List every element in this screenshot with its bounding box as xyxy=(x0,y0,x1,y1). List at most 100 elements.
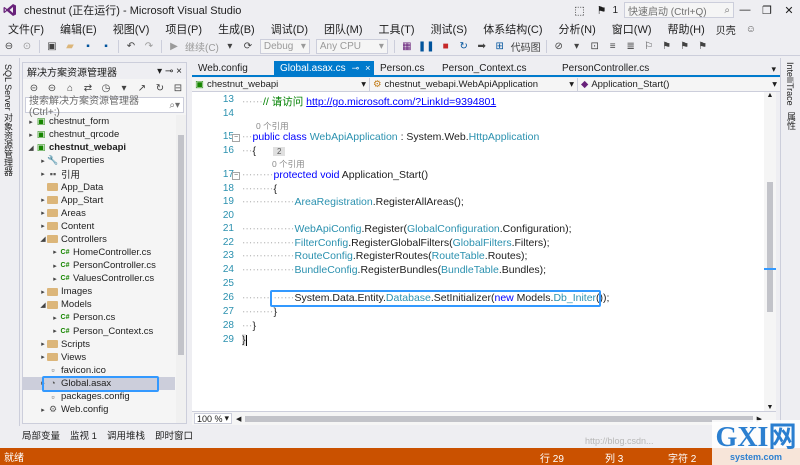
tree-item[interactable]: ▸ Content xyxy=(23,220,175,233)
expand-arrow-icon[interactable]: ▸ xyxy=(39,196,47,204)
save-all-icon[interactable]: ▪ xyxy=(99,40,113,54)
scroll-down-icon[interactable]: ▼ xyxy=(764,404,776,411)
solution-explorer-scrollbar[interactable] xyxy=(176,115,186,423)
tree-item[interactable]: ▸ Images xyxy=(23,285,175,298)
tree-item[interactable]: ▸ C# HomeController.cs xyxy=(23,246,175,259)
pause-icon[interactable]: ❚❚ xyxy=(418,40,435,54)
properties-tab[interactable]: 属性 xyxy=(785,112,798,130)
menu-item[interactable]: 编辑(E) xyxy=(52,21,105,37)
redo-icon[interactable]: ↷ xyxy=(142,40,156,54)
prev-bookmark-icon[interactable]: ⚑ xyxy=(660,40,674,54)
pin-tab-icon[interactable]: ⊸ xyxy=(352,63,360,74)
bottom-tool-tab[interactable]: 局部变量 xyxy=(22,428,60,442)
pin-icon[interactable]: ⊸ xyxy=(165,66,173,77)
menu-item[interactable]: 团队(M) xyxy=(316,21,371,37)
comment-icon[interactable]: ≡ xyxy=(606,40,620,54)
editor-tab[interactable]: Person.cs xyxy=(374,61,436,75)
minimize-button[interactable]: — xyxy=(734,4,756,16)
tree-item[interactable]: ◢ Models xyxy=(23,298,175,311)
tree-item[interactable]: ◢ Controllers xyxy=(23,233,175,246)
collapse-region-icon[interactable]: − xyxy=(232,134,240,142)
tree-item[interactable]: ▸ C# Person.cs xyxy=(23,311,175,324)
breakpoints-icon[interactable]: ⊡ xyxy=(588,40,602,54)
horizontal-scroll-thumb[interactable] xyxy=(245,415,753,422)
configuration-select[interactable]: Debug ▾ xyxy=(259,39,310,54)
bottom-tool-tab[interactable]: 即时窗口 xyxy=(155,428,193,442)
member-select[interactable]: ◆ Application_Start() ▾ xyxy=(578,78,780,91)
continue-button[interactable]: 继续(C) xyxy=(185,40,219,54)
tree-item[interactable]: ▸ ▪▪ 引用 xyxy=(23,167,175,181)
menu-item[interactable]: 窗口(W) xyxy=(604,21,660,37)
code-editor[interactable]: 13 14 15 − 16 17 − 18 19 20 21 22 23 24 … xyxy=(192,92,776,411)
stop-icon[interactable]: ■ xyxy=(439,40,453,54)
expand-arrow-icon[interactable]: ◢ xyxy=(27,144,35,152)
expand-arrow-icon[interactable]: ▸ xyxy=(51,262,59,270)
menu-item[interactable]: 项目(P) xyxy=(157,21,210,37)
expand-arrow-icon[interactable]: ▸ xyxy=(39,288,47,296)
menu-item[interactable]: 视图(V) xyxy=(105,21,158,37)
expand-arrow-icon[interactable]: ▸ xyxy=(39,170,47,178)
expand-arrow-icon[interactable]: ◢ xyxy=(39,235,47,243)
tree-item[interactable]: ▫ favicon.ico xyxy=(23,364,175,377)
tree-item[interactable]: ▸ App_Start xyxy=(23,194,175,207)
menu-item[interactable]: 分析(N) xyxy=(551,21,604,37)
hexadecimal-icon[interactable]: ⊘ xyxy=(552,40,566,54)
tree-item[interactable]: ▸ Views xyxy=(23,351,175,364)
expand-arrow-icon[interactable]: ▸ xyxy=(39,209,47,217)
attach-icon[interactable]: ⟳ xyxy=(241,40,255,54)
menu-item[interactable]: 文件(F) xyxy=(0,21,52,37)
code-map-button[interactable]: 代码图 xyxy=(511,40,541,54)
quick-launch-input[interactable]: 快速启动 (Ctrl+Q) ⌕ xyxy=(624,2,734,18)
expand-arrow-icon[interactable]: ▸ xyxy=(51,275,59,283)
tab-overflow-icon[interactable]: ▾ xyxy=(767,64,780,75)
expand-arrow-icon[interactable]: ▸ xyxy=(39,353,47,361)
editor-vertical-scrollbar[interactable]: ▲ ▼ xyxy=(764,92,776,411)
tree-item[interactable]: App_Data xyxy=(23,180,175,193)
next-bookmark-icon[interactable]: ⚑ xyxy=(678,40,692,54)
expand-arrow-icon[interactable]: ▸ xyxy=(39,222,47,230)
chevron-down-icon[interactable]: ▾ xyxy=(157,66,162,77)
tree-item[interactable]: ▸ Scripts xyxy=(23,338,175,351)
chevron-down-icon[interactable]: ▾ xyxy=(570,40,584,54)
tree-item[interactable]: ▸ ⚙ Web.config xyxy=(23,403,175,416)
editor-tab[interactable]: Person_Context.cs xyxy=(436,61,556,75)
close-tab-icon[interactable]: × xyxy=(365,63,370,73)
solution-icon[interactable]: ▦ xyxy=(400,40,414,54)
continue-icon[interactable]: ▶ xyxy=(167,40,181,54)
navigate-back-icon[interactable]: ⊖ xyxy=(2,40,16,54)
class-select[interactable]: ⚙ chestnut_webapi.WebApiApplication ▾ xyxy=(370,78,578,91)
open-file-icon[interactable]: ▰ xyxy=(63,40,77,54)
expand-arrow-icon[interactable]: ▸ xyxy=(27,131,35,139)
collapse-region-icon[interactable]: − xyxy=(232,172,240,180)
comment-link[interactable]: http://go.microsoft.com/?LinkId=9394801 xyxy=(306,96,496,108)
menu-item[interactable]: 调试(D) xyxy=(263,21,316,37)
save-icon[interactable]: ▪ xyxy=(81,40,95,54)
solution-explorer-search-input[interactable]: 搜索解决方案资源管理器(Ctrl+;) ⌕▾ xyxy=(25,96,184,118)
show-next-statement-icon[interactable]: ➡ xyxy=(475,40,489,54)
bottom-tool-tab[interactable]: 调用堆栈 xyxy=(107,428,145,442)
tree-item[interactable]: ▸ C# Person_Context.cs xyxy=(23,325,175,338)
collapse-all-icon[interactable]: ⊟ xyxy=(171,81,185,95)
expand-arrow-icon[interactable]: ▸ xyxy=(51,314,59,322)
expand-arrow-icon[interactable]: ▸ xyxy=(39,157,47,165)
new-project-icon[interactable]: ▣ xyxy=(45,40,59,54)
expand-arrow-icon[interactable]: ▸ xyxy=(51,327,59,335)
undo-icon[interactable]: ↶ xyxy=(124,40,138,54)
restore-button[interactable]: ❐ xyxy=(756,4,778,17)
code-map-icon[interactable]: ⊞ xyxy=(493,40,507,54)
tree-item[interactable]: ▸ 🔧 Properties xyxy=(23,154,175,167)
menu-item[interactable]: 工具(T) xyxy=(371,21,423,37)
restart-icon[interactable]: ↻ xyxy=(457,40,471,54)
uncomment-icon[interactable]: ≣ xyxy=(624,40,638,54)
intellitrace-tab[interactable]: IntelliTrace xyxy=(785,62,795,106)
scroll-up-icon[interactable]: ▲ xyxy=(764,92,776,99)
editor-tab[interactable]: Global.asax.cs ⊸ × xyxy=(274,61,374,75)
tree-item[interactable]: ◢ ▣ chestnut_webapi xyxy=(23,141,175,154)
menu-item[interactable]: 生成(B) xyxy=(210,21,263,37)
platform-select[interactable]: Any CPU ▾ xyxy=(315,39,388,54)
expand-arrow-icon[interactable]: ◢ xyxy=(39,301,47,309)
expand-arrow-icon[interactable]: ▸ xyxy=(27,118,35,126)
tree-item[interactable]: ▸ C# PersonController.cs xyxy=(23,259,175,272)
tree-item[interactable]: ▸ Areas xyxy=(23,207,175,220)
tree-item[interactable]: ▸ C# ValuesController.cs xyxy=(23,272,175,285)
